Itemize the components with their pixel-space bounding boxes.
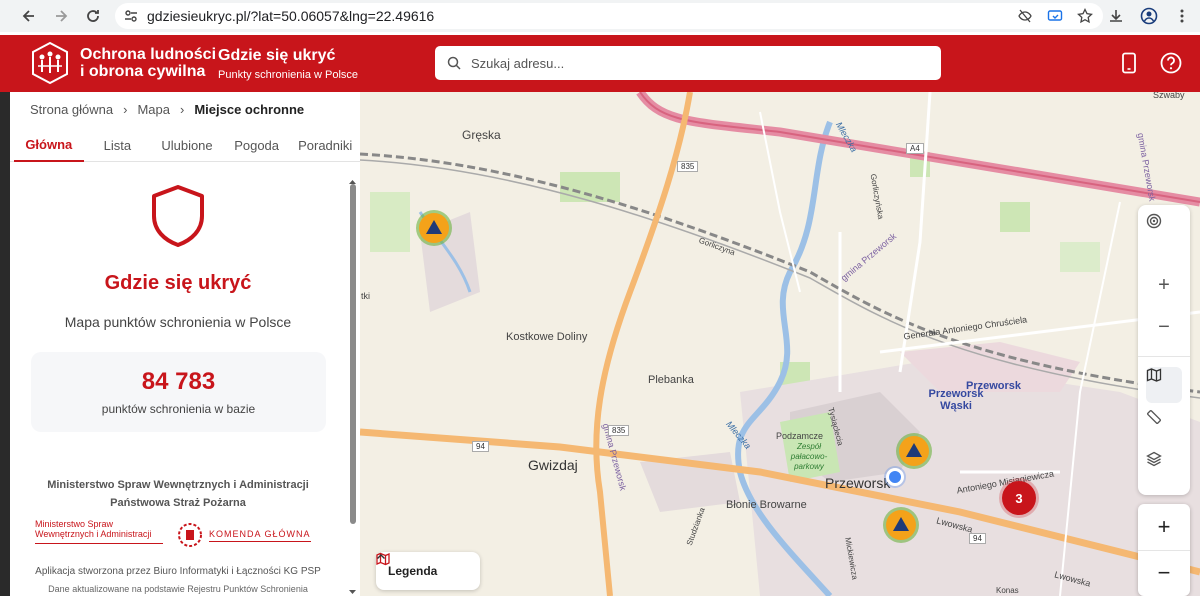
- map-label-grzeska: Gręska: [462, 128, 501, 142]
- layers-icon: [1146, 451, 1162, 467]
- map-label-podzamcze: Podzamcze: [776, 431, 824, 441]
- sidebar: Strona główna › Mapa › Miejsce ochronne …: [10, 92, 360, 596]
- map-label-plebanka: Plebanka: [648, 374, 694, 386]
- map-label-przeworsk-waski: Przeworsk Wąski: [928, 388, 984, 412]
- profile-icon[interactable]: [1140, 7, 1158, 25]
- map-zoom-in-button[interactable]: +: [1146, 267, 1182, 303]
- app-header: Ochrona ludności i obrona cywilna Gdzie …: [0, 35, 1200, 92]
- tab-lista[interactable]: Lista: [84, 128, 152, 162]
- layers-button[interactable]: [1146, 451, 1182, 487]
- road-shield-835a: 835: [677, 161, 699, 172]
- shelter-marker[interactable]: [419, 213, 449, 243]
- tab-poradniki[interactable]: Poradniki: [290, 128, 360, 162]
- legend-button[interactable]: Legenda: [376, 552, 480, 590]
- legend-label: Legenda: [388, 564, 438, 578]
- psp-emblem-icon: [178, 523, 202, 547]
- breadcrumb: Strona główna › Mapa › Miejsce ochronne: [30, 102, 304, 117]
- shelter-count-card: 84 783 punktów schronienia w bazie: [31, 352, 326, 432]
- tab-ulubione[interactable]: Ulubione: [151, 128, 223, 162]
- kgp-logo[interactable]: KOMENDA GŁÓWNA: [177, 520, 311, 550]
- target-icon: [1146, 213, 1162, 229]
- search-box[interactable]: [435, 46, 941, 80]
- url-text[interactable]: gdziesieukryc.pl/?lat=50.06057&lng=22.49…: [147, 8, 434, 24]
- map-label-zespol: Zespół pałacowo-parkowy: [790, 442, 828, 471]
- map-label-tki: tki: [361, 291, 370, 301]
- sidebar-tabs: Główna Lista Ulubione Pogoda Poradniki: [10, 128, 360, 162]
- app-title[interactable]: Gdzie się ukryć: [218, 47, 335, 65]
- reload-icon[interactable]: [78, 1, 108, 31]
- map-label-szwaby: Szwaby: [1153, 92, 1185, 100]
- civil-defense-logo-icon[interactable]: [30, 41, 70, 85]
- scrollbar-thumb[interactable]: [350, 184, 356, 524]
- shelter-cluster[interactable]: 3: [1002, 481, 1036, 515]
- brand-name[interactable]: Ochrona ludności i obrona cywilna: [80, 46, 216, 80]
- breadcrumb-map[interactable]: Mapa: [137, 102, 170, 117]
- map-view[interactable]: Gręska Kostkowe Doliny Plebanka Gwizdaj …: [360, 92, 1200, 596]
- address-bar[interactable]: gdziesieukryc.pl/?lat=50.06057&lng=22.49…: [115, 3, 1103, 29]
- search-icon: [447, 56, 461, 70]
- map-layer-button[interactable]: [1146, 367, 1182, 403]
- ruler-icon: [1147, 410, 1161, 424]
- mobile-app-icon[interactable]: [1118, 52, 1140, 74]
- address-search-input[interactable]: [471, 55, 911, 71]
- shield-icon: [150, 184, 206, 248]
- map-label-przeworsk: Przeworsk: [825, 475, 891, 491]
- zoom-control: + −: [1138, 504, 1190, 596]
- map-canvas[interactable]: [360, 92, 1200, 596]
- road-shield-94a: 94: [472, 441, 489, 452]
- map-icon: [1146, 368, 1162, 382]
- chevron-up-icon: [377, 554, 385, 559]
- download-icon[interactable]: [1108, 8, 1124, 24]
- map-label-kostkowe: Kostkowe Doliny: [506, 331, 588, 343]
- site-settings-icon[interactable]: [123, 8, 139, 24]
- chevron-right-icon: ›: [180, 102, 185, 117]
- locate-me-button[interactable]: [1146, 213, 1182, 249]
- map-label-konas: Konas: [996, 586, 1019, 595]
- current-location-marker[interactable]: [886, 468, 904, 486]
- window-edge: [0, 92, 10, 596]
- road-shield-94b: 94: [969, 533, 986, 544]
- breadcrumb-current: Miejsce ochronne: [194, 102, 305, 117]
- sidebar-subtitle: Mapa punktów schronienia w Polsce: [64, 314, 292, 330]
- footer-data-source: Dane aktualizowane na podstawie Rejestru…: [48, 584, 308, 594]
- browser-toolbar: gdziesieukryc.pl/?lat=50.06057&lng=22.49…: [0, 0, 1200, 32]
- measure-button[interactable]: [1146, 409, 1182, 445]
- sidebar-title: Gdzie się ukryć: [104, 272, 252, 294]
- shelter-marker[interactable]: [886, 510, 916, 540]
- tab-pogoda[interactable]: Pogoda: [223, 128, 291, 162]
- shelter-marker[interactable]: [899, 436, 929, 466]
- back-arrow-icon[interactable]: [14, 1, 44, 31]
- road-shield-a4: A4: [906, 143, 924, 154]
- eye-off-icon[interactable]: [1017, 8, 1033, 24]
- mswia-logo[interactable]: Ministerstwo Spraw Wewnętrznych i Admini…: [35, 519, 163, 549]
- map-controls-panel: + −: [1138, 205, 1190, 495]
- chevron-right-icon: ›: [123, 102, 128, 117]
- forward-arrow-icon[interactable]: [46, 1, 76, 31]
- bookmark-star-icon[interactable]: [1077, 8, 1093, 24]
- help-icon[interactable]: [1160, 52, 1182, 74]
- ministry-info: Ministerstwo Spraw Wewnętrznych i Admini…: [47, 479, 309, 509]
- shelter-count: 84 783: [141, 368, 216, 395]
- footer-credit: Aplikacja stworzona przez Biuro Informat…: [35, 566, 321, 577]
- breadcrumb-home[interactable]: Strona główna: [30, 102, 113, 117]
- menu-dots-icon[interactable]: [1174, 8, 1190, 24]
- zoom-in-button[interactable]: +: [1138, 504, 1190, 550]
- road-shield-835b: 835: [608, 425, 630, 436]
- map-label-blonie: Błonie Browarne: [726, 499, 807, 511]
- zoom-out-button[interactable]: −: [1138, 550, 1190, 596]
- cast-icon[interactable]: [1047, 8, 1063, 24]
- app-subtitle: Punkty schronienia w Polsce: [218, 69, 359, 81]
- map-zoom-out-button[interactable]: −: [1146, 309, 1182, 345]
- map-label-gwizdaj: Gwizdaj: [528, 457, 578, 473]
- shelter-count-label: punktów schronienia w bazie: [101, 402, 256, 416]
- tab-glowna[interactable]: Główna: [14, 128, 84, 162]
